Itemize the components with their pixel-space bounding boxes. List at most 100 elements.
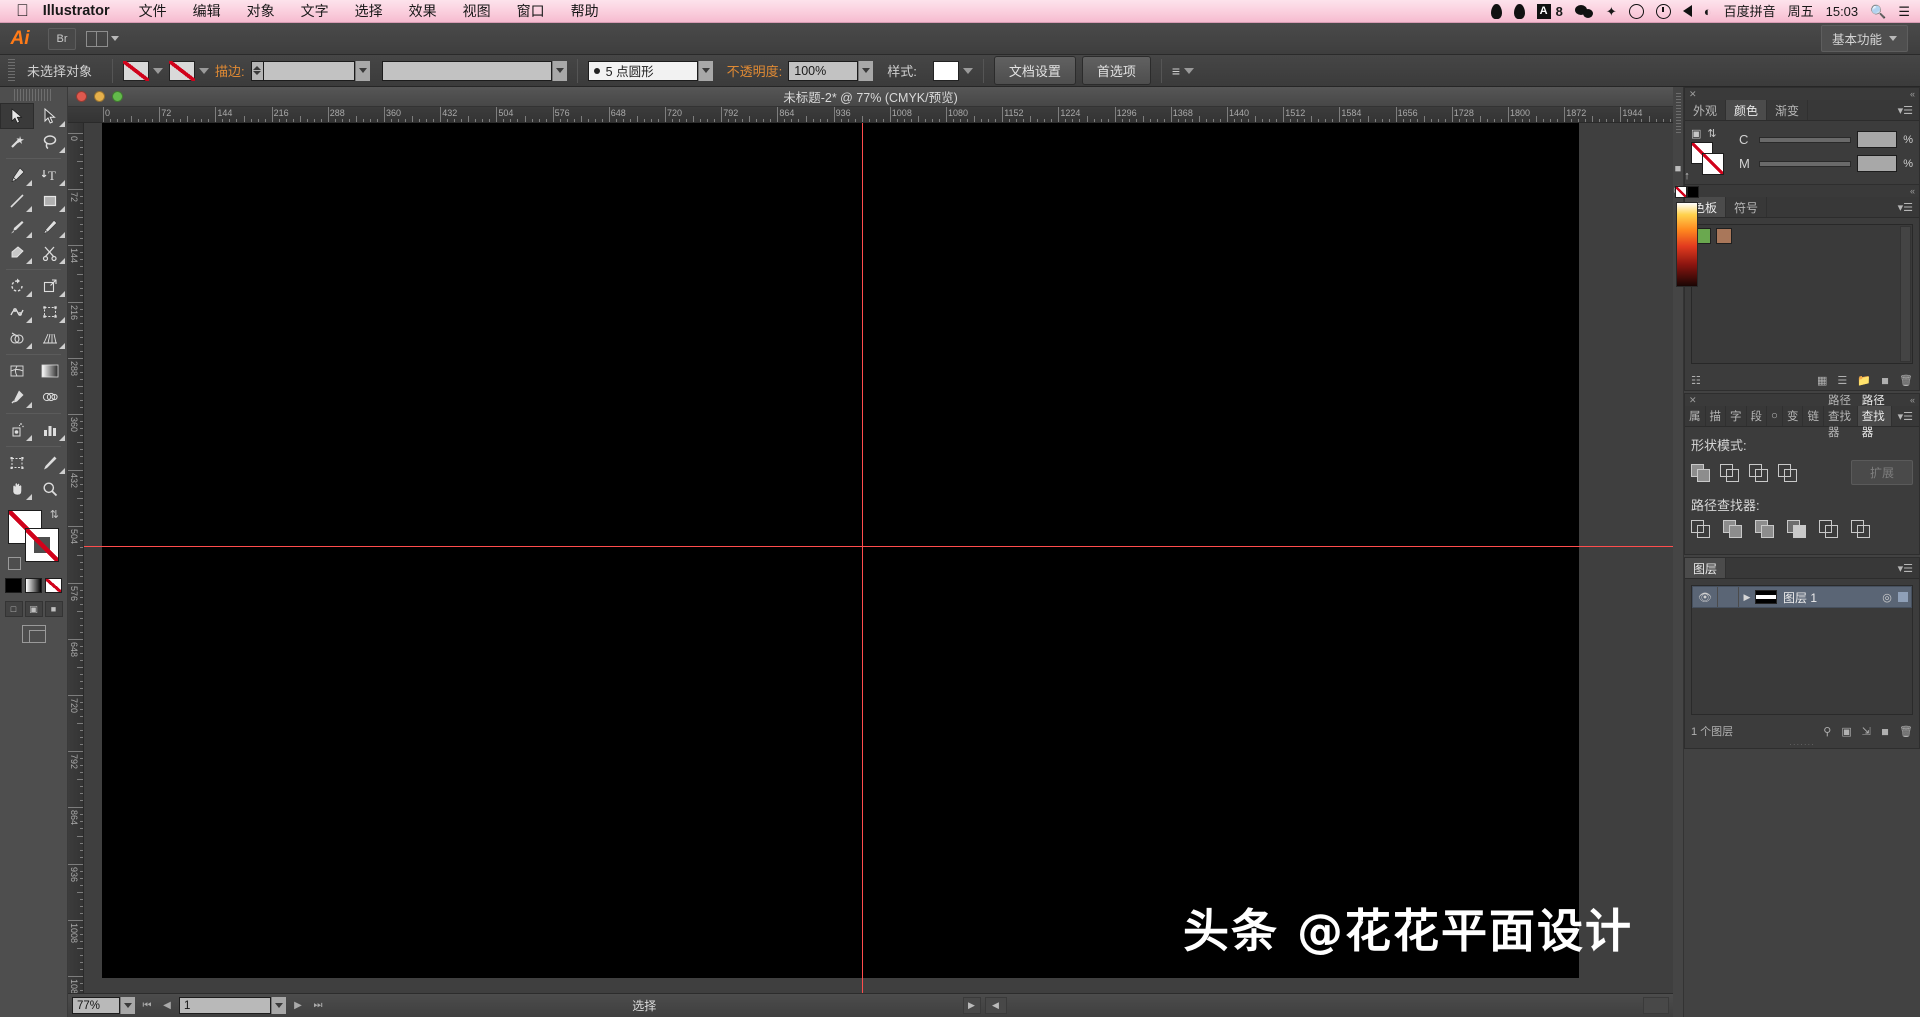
- tab-color[interactable]: 颜色: [1726, 100, 1768, 120]
- rectangle-tool[interactable]: [34, 188, 68, 214]
- menu-object[interactable]: 对象: [234, 1, 288, 21]
- layer-target-icon[interactable]: ◎: [1876, 591, 1898, 604]
- normal-screen-mode-icon[interactable]: □: [4, 601, 23, 617]
- lasso-tool[interactable]: [34, 129, 68, 155]
- magic-wand-tool[interactable]: [0, 129, 34, 155]
- fill-color-control[interactable]: [123, 60, 164, 81]
- line-segment-tool[interactable]: [0, 188, 34, 214]
- tab-transform[interactable]: 链: [1803, 406, 1824, 426]
- status-text[interactable]: 选择: [330, 997, 959, 1014]
- stroke-profile-input[interactable]: [381, 60, 552, 81]
- brush-definition-field[interactable]: 5 点圆形: [587, 60, 713, 81]
- chevron-down-icon[interactable]: [697, 60, 713, 81]
- graphic-style-control[interactable]: [932, 60, 973, 81]
- merge-button[interactable]: [1755, 520, 1775, 538]
- tab-stroke[interactable]: 描: [1706, 406, 1726, 426]
- intersect-button[interactable]: [1749, 463, 1769, 482]
- menu-help[interactable]: 帮助: [558, 1, 612, 21]
- adobe-icon[interactable]: A 8: [1536, 3, 1563, 19]
- minus-front-button[interactable]: [1720, 463, 1740, 482]
- shape-builder-tool[interactable]: [0, 325, 34, 351]
- blend-tool[interactable]: [34, 384, 68, 410]
- toolbox-grip[interactable]: [14, 89, 53, 101]
- tab-layers[interactable]: 图层: [1685, 558, 1727, 578]
- prev-page-icon[interactable]: ◀: [159, 997, 175, 1014]
- tab-align[interactable]: 变: [1783, 406, 1804, 426]
- qq-icon-2[interactable]: [1513, 3, 1525, 19]
- tab-gradient[interactable]: 渐变: [1767, 100, 1809, 120]
- accessibility-icon[interactable]: [1628, 3, 1644, 19]
- collapse-icon[interactable]: «: [1910, 186, 1915, 196]
- color-slider-m[interactable]: [1759, 160, 1852, 167]
- collapse-icon[interactable]: «: [1910, 89, 1915, 99]
- vertical-ruler[interactable]: 0 72 144 216 288 360 432 504 576 648 720 792 864 936 1…: [68, 123, 84, 993]
- close-icon[interactable]: ✕: [1689, 89, 1697, 100]
- chevron-down-icon[interactable]: [858, 60, 874, 81]
- first-page-icon[interactable]: ⏮: [139, 997, 155, 1014]
- chevron-down-icon[interactable]: [1184, 67, 1195, 74]
- delete-layer-icon[interactable]: 🗑: [1899, 725, 1913, 738]
- layer-visibility-icon[interactable]: 👁: [1693, 591, 1717, 604]
- scroll-thumb[interactable]: [1643, 997, 1669, 1014]
- make-clipping-mask-icon[interactable]: ▣: [1841, 725, 1851, 738]
- show-kinds-icon[interactable]: ▦: [1817, 374, 1827, 387]
- tab-paragraph[interactable]: 段: [1747, 406, 1767, 426]
- gradient-mode-icon[interactable]: [25, 578, 42, 593]
- exclude-button[interactable]: [1778, 463, 1798, 482]
- chevron-down-icon[interactable]: [271, 997, 286, 1014]
- menubar-app-name[interactable]: Illustrator: [43, 3, 126, 19]
- control-center-icon[interactable]: ☰: [1898, 5, 1910, 18]
- tab-pathfinder[interactable]: 路径查找器: [1857, 395, 1892, 439]
- create-new-sublayer-icon[interactable]: ⇲: [1862, 725, 1871, 738]
- canvas-area[interactable]: 头条 @花花平面设计: [84, 123, 1673, 993]
- apple-logo-icon[interactable]: : [0, 2, 43, 19]
- zoom-level-input[interactable]: 77%: [72, 997, 120, 1014]
- scale-tool[interactable]: [34, 273, 68, 299]
- chevron-down-icon[interactable]: [354, 60, 370, 81]
- layer-lock-toggle[interactable]: [1717, 587, 1739, 607]
- swatches-grid[interactable]: [1691, 224, 1913, 364]
- stroke-weight-stepper[interactable]: [250, 60, 263, 81]
- layer-list[interactable]: 👁 ▶ 图层 1 ◎: [1691, 585, 1913, 715]
- stroke-color-box[interactable]: [25, 528, 59, 562]
- width-tool[interactable]: [0, 299, 34, 325]
- new-group-icon[interactable]: 📁: [1857, 374, 1871, 387]
- chevron-down-icon[interactable]: [153, 67, 164, 74]
- slice-tool[interactable]: [34, 450, 68, 476]
- chevron-down-icon[interactable]: [962, 67, 973, 74]
- layer-row[interactable]: 👁 ▶ 图层 1 ◎: [1692, 586, 1912, 608]
- workspace-button[interactable]: 基本功能: [1820, 25, 1908, 52]
- dropbox-icon[interactable]: ✦: [1606, 5, 1617, 18]
- document-setup-button[interactable]: 文档设置: [993, 56, 1076, 85]
- wifi-icon[interactable]: ◐: [1704, 5, 1712, 18]
- tab-attributes[interactable]: 属: [1685, 406, 1706, 426]
- minus-back-button[interactable]: [1851, 520, 1871, 538]
- search-icon[interactable]: 🔍: [1870, 5, 1886, 18]
- menu-view[interactable]: 视图: [450, 1, 504, 21]
- mesh-tool[interactable]: [0, 358, 34, 384]
- panel-menu-icon[interactable]: ▾☰: [1892, 406, 1919, 426]
- column-graph-tool[interactable]: [34, 417, 68, 443]
- color-value-m[interactable]: [1857, 155, 1898, 172]
- clock-icon[interactable]: [1655, 3, 1671, 19]
- tab-links[interactable]: 路径查找器: [1824, 395, 1858, 439]
- stroke-profile-field[interactable]: [381, 60, 567, 81]
- direct-selection-tool[interactable]: [34, 103, 68, 129]
- panel-resize-grip[interactable]: ·······: [1685, 740, 1919, 749]
- hand-tool[interactable]: [0, 476, 34, 502]
- opacity-input[interactable]: 100%: [788, 60, 859, 81]
- color-value-c[interactable]: [1857, 131, 1898, 148]
- swatch-libraries-icon[interactable]: ☷: [1691, 374, 1701, 387]
- panel-menu-icon[interactable]: ▾☰: [1892, 197, 1919, 217]
- full-screen-menubar-icon[interactable]: ▣: [24, 601, 43, 617]
- none-mode-icon[interactable]: [45, 578, 62, 593]
- chevron-down-icon[interactable]: [120, 997, 135, 1014]
- next-page-icon[interactable]: ▶: [290, 997, 306, 1014]
- menu-file[interactable]: 文件: [126, 1, 180, 21]
- color-slider-c[interactable]: [1759, 136, 1852, 143]
- selection-tool[interactable]: [0, 103, 34, 129]
- stroke-swatch-icon[interactable]: [169, 60, 196, 81]
- panel-menu-icon[interactable]: ▾☰: [1892, 100, 1919, 120]
- draw-normal-icon[interactable]: [21, 625, 46, 643]
- stroke-weight-input[interactable]: [262, 60, 355, 81]
